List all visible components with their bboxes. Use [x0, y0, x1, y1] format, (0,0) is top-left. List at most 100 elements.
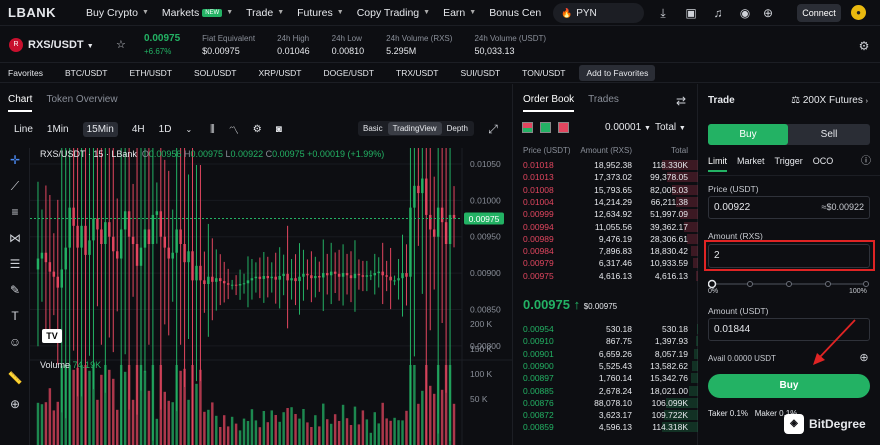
bid-row[interactable]: 0.00872 3,623.17 109.722K — [514, 409, 698, 421]
chevron-down-icon[interactable]: ⌄ — [185, 125, 192, 134]
crosshair-icon[interactable]: ✛ — [7, 152, 23, 168]
tab-market[interactable]: Market — [737, 156, 765, 172]
pattern-icon[interactable]: ⋈ — [7, 230, 23, 246]
text-icon[interactable]: T — [7, 308, 23, 324]
brush-icon[interactable]: ✎ — [7, 282, 23, 298]
view-both-icon[interactable] — [522, 122, 533, 133]
volume-bar — [429, 385, 432, 445]
amount-input[interactable]: 2 — [708, 244, 870, 268]
favorite-pair[interactable]: SOL/USDT — [194, 68, 237, 78]
tab-trades[interactable]: Trades — [588, 94, 619, 112]
favorite-pair[interactable]: TON/USDT — [522, 68, 565, 78]
bid-row[interactable]: 0.00900 5,525.43 13,582.62 — [514, 360, 698, 372]
sell-tab[interactable]: Sell — [788, 124, 870, 145]
bid-row[interactable]: 0.00885 2,678.24 18,021.00 — [514, 385, 698, 397]
ask-row[interactable]: 0.00975 4,616.13 4,616.13 — [514, 270, 698, 282]
filter-icon[interactable]: ⇄ — [674, 94, 688, 108]
tab-oco[interactable]: OCO — [813, 156, 834, 172]
view-bids-icon[interactable] — [540, 122, 551, 133]
tab-token-overview[interactable]: Token Overview — [46, 94, 117, 112]
horizontal-lines-icon[interactable]: ≡ — [7, 204, 23, 220]
nav-markets[interactable]: Markets NEW ▼ — [162, 7, 233, 19]
favorite-pair[interactable]: DOGE/USDT — [323, 68, 374, 78]
favorite-pair[interactable]: XRP/USDT — [258, 68, 301, 78]
favorite-pair[interactable]: TRX/USDT — [396, 68, 439, 78]
connect-button[interactable]: Connect — [797, 4, 841, 22]
fullscreen-icon[interactable]: ⤢ — [486, 122, 500, 136]
tab-trigger[interactable]: Trigger — [775, 156, 803, 172]
mode-tradingview[interactable]: TradingView — [387, 122, 442, 135]
trendline-icon[interactable]: ⟋ — [7, 178, 23, 194]
pair-selector[interactable]: RXS/USDT ▼ — [28, 39, 116, 51]
buy-tab[interactable]: Buy — [708, 124, 788, 145]
bid-row[interactable]: 0.00901 6,659.26 8,057.19 — [514, 348, 698, 360]
bid-row[interactable]: 0.00910 867.75 1,397.93 — [514, 335, 698, 347]
nav-futures[interactable]: Futures ▼ — [297, 7, 344, 19]
candle-body — [329, 271, 333, 276]
avatar[interactable]: ● — [851, 5, 866, 20]
futures-link[interactable]: ⚖ 200X Futures › — [791, 95, 868, 106]
search-input[interactable]: 🔥 PYN — [553, 3, 644, 23]
tf-1min[interactable]: 1Min — [47, 124, 69, 135]
mode-depth[interactable]: Depth — [442, 124, 473, 133]
wallet-icon[interactable]: ▣ — [684, 6, 698, 20]
nav-buy-crypto[interactable]: Buy Crypto ▼ — [86, 7, 149, 19]
candle-body — [56, 276, 60, 288]
bell-icon[interactable]: ♫ — [711, 6, 725, 20]
tf-line[interactable]: Line — [14, 124, 33, 135]
ask-row[interactable]: 0.00984 7,896.83 18,830.42 — [514, 245, 698, 257]
ask-row[interactable]: 0.01004 14,214.29 66,211.38 — [514, 196, 698, 208]
zoom-in-icon[interactable]: ⊕ — [7, 396, 23, 412]
ask-row[interactable]: 0.00979 6,317.46 10,933.59 — [514, 257, 698, 269]
total-select[interactable]: Total ▼ — [655, 122, 686, 133]
favorite-pair[interactable]: SUI/USDT — [461, 68, 501, 78]
volume-bar — [329, 423, 333, 445]
globe-icon[interactable]: ⊕ — [761, 6, 775, 20]
help-icon[interactable]: ⓘ — [859, 155, 873, 169]
nav-earn[interactable]: Earn ▼ — [443, 7, 476, 19]
camera-icon[interactable]: ◙ — [276, 124, 282, 135]
user-icon[interactable]: ◉ — [738, 6, 752, 20]
tick-size-select[interactable]: 0.00001 ▼ — [605, 122, 651, 133]
amount-slider[interactable] — [708, 279, 870, 289]
candle-type-icon[interactable]: ⫼ — [210, 124, 215, 135]
view-asks-icon[interactable] — [558, 122, 569, 133]
nav-trade[interactable]: Trade ▼ — [246, 7, 284, 19]
fib-icon[interactable]: ☰ — [7, 256, 23, 272]
ask-row[interactable]: 0.01018 18,952.38 118.330K — [514, 159, 698, 171]
tf-1d[interactable]: 1D — [159, 124, 172, 135]
tab-chart[interactable]: Chart — [8, 94, 33, 112]
emoji-icon[interactable]: ☺ — [7, 334, 23, 350]
bid-row[interactable]: 0.00897 1,760.14 15,342.76 — [514, 372, 698, 384]
download-icon[interactable]: ⤓ — [656, 6, 670, 20]
buy-button[interactable]: Buy — [708, 374, 870, 398]
ask-row[interactable]: 0.00999 12,634.92 51,997.09 — [514, 208, 698, 220]
lbank-logo[interactable]: LBANK — [8, 5, 86, 20]
tab-order-book[interactable]: Order Book — [523, 94, 575, 112]
tf-15min[interactable]: 15Min — [82, 122, 118, 137]
ask-row[interactable]: 0.00989 9,476.19 28,306.61 — [514, 233, 698, 245]
ask-row[interactable]: 0.01013 17,373.02 99,378.05 — [514, 171, 698, 183]
tab-limit[interactable]: Limit — [708, 156, 728, 172]
volume-bar — [381, 402, 384, 445]
bid-row[interactable]: 0.00876 88,078.10 106.099K — [514, 397, 698, 409]
favorite-pair[interactable]: ETH/USDT — [129, 68, 172, 78]
bid-row[interactable]: 0.00859 4,596.13 114.318K — [514, 421, 698, 433]
settings-icon[interactable]: ⚙ — [857, 39, 871, 53]
star-icon[interactable]: ☆ — [116, 38, 144, 51]
tf-4h[interactable]: 4H — [132, 124, 145, 135]
nav-copy-trading[interactable]: Copy Trading ▼ — [357, 7, 430, 19]
settings-icon[interactable]: ⚙ — [253, 124, 262, 135]
indicators-icon[interactable]: 〽 — [229, 122, 239, 137]
add-funds-icon[interactable]: ⊕ — [857, 351, 871, 365]
add-to-favorites-button[interactable]: Add to Favorites — [579, 65, 656, 81]
bid-row[interactable]: 0.00954 530.18 530.18 — [514, 323, 698, 335]
nav-bonus-center[interactable]: Bonus Cen — [489, 7, 541, 19]
mode-basic[interactable]: Basic — [358, 124, 388, 133]
price-input[interactable]: 0.00922 ≈$0.00922 — [708, 196, 870, 219]
ask-row[interactable]: 0.01008 15,793.65 82,005.03 — [514, 184, 698, 196]
favorite-pair[interactable]: BTC/USDT — [65, 68, 108, 78]
ask-row[interactable]: 0.00994 11,055.56 39,362.17 — [514, 221, 698, 233]
candlestick-chart[interactable]: 0.00975 0.01050 0.01000 0.00950 0.00900 0.008… — [30, 148, 513, 445]
ruler-icon[interactable]: 📏 — [7, 370, 23, 386]
